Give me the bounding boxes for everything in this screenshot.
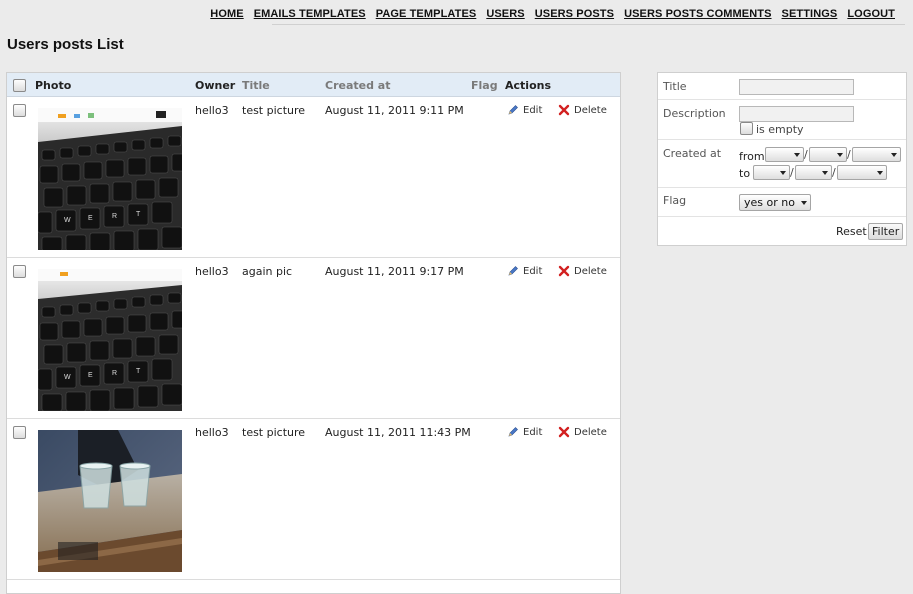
from-label: from xyxy=(739,150,765,163)
post-photo-thumbnail[interactable] xyxy=(38,430,182,572)
from-day-select[interactable] xyxy=(809,147,847,162)
row-created-at: August 11, 2011 9:11 PM xyxy=(325,104,464,117)
edit-link[interactable]: Edit xyxy=(507,104,542,116)
delete-label: Delete xyxy=(574,104,607,116)
flag-select-value: yes or no xyxy=(744,196,795,209)
nav-users-posts-comments-link[interactable]: USERS POSTS COMMENTS xyxy=(624,8,771,20)
row-created-at: August 11, 2011 9:17 PM xyxy=(325,265,464,278)
nav-users-link[interactable]: USERS xyxy=(486,8,524,20)
delete-link[interactable]: Delete xyxy=(558,426,607,438)
header-title[interactable]: Title xyxy=(242,79,270,92)
edit-link[interactable]: Edit xyxy=(507,265,542,277)
svg-text:T: T xyxy=(136,368,141,375)
filter-title-label: Title xyxy=(663,80,687,93)
pencil-icon xyxy=(508,105,518,115)
filter-title-row: Title xyxy=(658,73,906,100)
glasses-on-desk-photo xyxy=(38,430,182,572)
pencil-icon xyxy=(508,427,518,437)
nav-emails-templates-link[interactable]: EMAILS TEMPLATES xyxy=(254,8,366,20)
row-title: test picture xyxy=(242,104,306,117)
to-year-select[interactable] xyxy=(837,165,887,180)
filter-created-at-row: Created at from / / to / / xyxy=(658,140,906,188)
svg-text:E: E xyxy=(88,215,93,222)
row-owner: hello3 xyxy=(195,426,229,439)
row-checkbox[interactable] xyxy=(13,426,26,439)
row-title: again pic xyxy=(242,265,293,278)
edit-label: Edit xyxy=(523,265,543,277)
header-flag[interactable]: Flag xyxy=(471,79,498,92)
edit-label: Edit xyxy=(523,426,543,438)
select-all-checkbox[interactable] xyxy=(13,79,26,92)
svg-text:T: T xyxy=(136,211,141,218)
nav-users-posts-link[interactable]: USERS POSTS xyxy=(535,8,614,20)
edit-label: Edit xyxy=(523,104,543,116)
svg-text:R: R xyxy=(112,370,117,377)
nav-divider xyxy=(272,24,905,25)
date-separator: / xyxy=(832,166,836,179)
filter-description-row: Description is empty xyxy=(658,100,906,140)
svg-text:R: R xyxy=(112,213,117,220)
row-title: test picture xyxy=(242,426,306,439)
pencil-icon xyxy=(508,266,518,276)
date-separator: / xyxy=(847,148,851,161)
delete-label: Delete xyxy=(574,426,607,438)
date-separator: / xyxy=(790,166,794,179)
table-row: hello3 test picture August 11, 2011 11:4… xyxy=(7,419,620,580)
filter-panel: Title Description is empty Created at fr… xyxy=(657,72,907,246)
date-separator: / xyxy=(804,148,808,161)
table-row: W E R T hello3 again pic August 11, 2011 9:… xyxy=(7,258,620,419)
svg-text:W: W xyxy=(64,374,71,381)
delete-x-icon xyxy=(558,265,570,277)
delete-link[interactable]: Delete xyxy=(558,104,607,116)
filter-button[interactable]: Filter xyxy=(868,223,904,240)
top-navigation: HOME EMAILS TEMPLATES PAGE TEMPLATES USE… xyxy=(210,8,895,20)
laptop-keyboard-photo: WERT xyxy=(38,108,182,250)
flag-select[interactable]: yes or no xyxy=(739,194,811,211)
filter-created-at-label: Created at xyxy=(663,147,722,160)
nav-page-templates-link[interactable]: PAGE TEMPLATES xyxy=(376,8,477,20)
nav-settings-link[interactable]: SETTINGS xyxy=(782,8,838,20)
table-row: W E R T hello3 test picture August 11, 2011… xyxy=(7,97,620,258)
header-actions: Actions xyxy=(505,79,551,92)
delete-x-icon xyxy=(558,104,570,116)
post-photo-thumbnail[interactable]: WERT xyxy=(38,108,182,250)
from-year-select[interactable] xyxy=(852,147,901,162)
header-owner[interactable]: Owner xyxy=(195,79,235,92)
posts-list-table: Photo Owner Title Created at Flag Action… xyxy=(6,72,621,594)
row-checkbox[interactable] xyxy=(13,265,26,278)
filter-flag-row: Flag yes or no xyxy=(658,188,906,217)
row-owner: hello3 xyxy=(195,265,229,278)
delete-x-icon xyxy=(558,426,570,438)
svg-text:W: W xyxy=(64,217,71,224)
table-header: Photo Owner Title Created at Flag Action… xyxy=(7,73,620,97)
edit-link[interactable]: Edit xyxy=(507,426,542,438)
header-photo[interactable]: Photo xyxy=(35,79,71,92)
reset-button[interactable]: Reset xyxy=(836,225,867,238)
delete-link[interactable]: Delete xyxy=(558,265,607,277)
row-owner: hello3 xyxy=(195,104,229,117)
delete-label: Delete xyxy=(574,265,607,277)
row-checkbox[interactable] xyxy=(13,104,26,117)
row-created-at: August 11, 2011 11:43 PM xyxy=(325,426,471,439)
filter-description-label: Description xyxy=(663,107,726,120)
filter-title-input[interactable] xyxy=(739,79,854,95)
header-created-at[interactable]: Created at xyxy=(325,79,390,92)
from-month-select[interactable] xyxy=(765,147,804,162)
to-month-select[interactable] xyxy=(753,165,790,180)
laptop-keyboard-photo: WERT xyxy=(38,269,182,411)
nav-home-link[interactable]: HOME xyxy=(210,8,243,20)
to-day-select[interactable] xyxy=(795,165,832,180)
svg-text:E: E xyxy=(88,372,93,379)
filter-description-input[interactable] xyxy=(739,106,854,122)
post-photo-thumbnail[interactable]: WERT xyxy=(38,269,182,411)
nav-logout-link[interactable]: LOGOUT xyxy=(847,8,895,20)
is-empty-label: is empty xyxy=(756,123,804,136)
page-title: Users posts List xyxy=(7,36,124,53)
to-label: to xyxy=(739,167,751,180)
is-empty-checkbox[interactable] xyxy=(740,122,753,135)
filter-flag-label: Flag xyxy=(663,194,687,207)
